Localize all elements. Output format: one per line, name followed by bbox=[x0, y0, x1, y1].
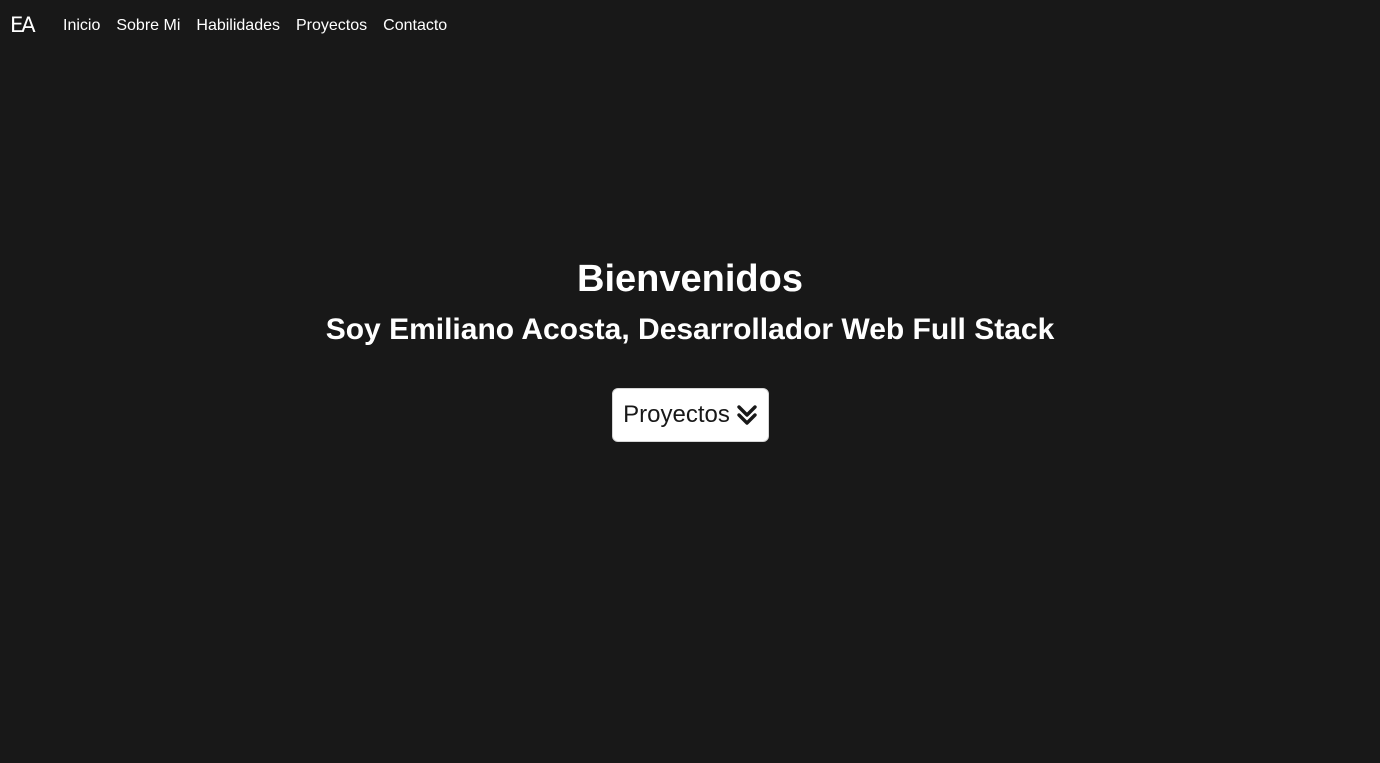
nav-item-habilidades: Habilidades bbox=[196, 16, 280, 36]
logo[interactable]: EA bbox=[10, 13, 36, 37]
nav-link-proyectos[interactable]: Proyectos bbox=[296, 17, 367, 34]
proyectos-button[interactable]: Proyectos bbox=[612, 388, 769, 442]
navbar: EA Inicio Sobre Mi Habilidades Proyectos… bbox=[0, 0, 1380, 50]
proyectos-button-label: Proyectos bbox=[623, 401, 730, 428]
nav-item-inicio: Inicio bbox=[63, 16, 100, 36]
nav-item-contacto: Contacto bbox=[383, 16, 447, 36]
nav-link-sobre-mi[interactable]: Sobre Mi bbox=[116, 17, 180, 34]
nav-item-proyectos: Proyectos bbox=[296, 16, 367, 36]
nav-link-inicio[interactable]: Inicio bbox=[63, 17, 100, 34]
nav-link-contacto[interactable]: Contacto bbox=[383, 17, 447, 34]
nav-link-habilidades[interactable]: Habilidades bbox=[196, 17, 280, 34]
nav-item-sobre-mi: Sobre Mi bbox=[116, 16, 180, 36]
nav-links: Inicio Sobre Mi Habilidades Proyectos Co… bbox=[63, 16, 447, 36]
hero-subtitle: Soy Emiliano Acosta, Desarrollador Web F… bbox=[325, 313, 1055, 346]
hero-title: Bienvenidos bbox=[577, 258, 803, 300]
double-chevron-down-icon bbox=[736, 404, 758, 426]
